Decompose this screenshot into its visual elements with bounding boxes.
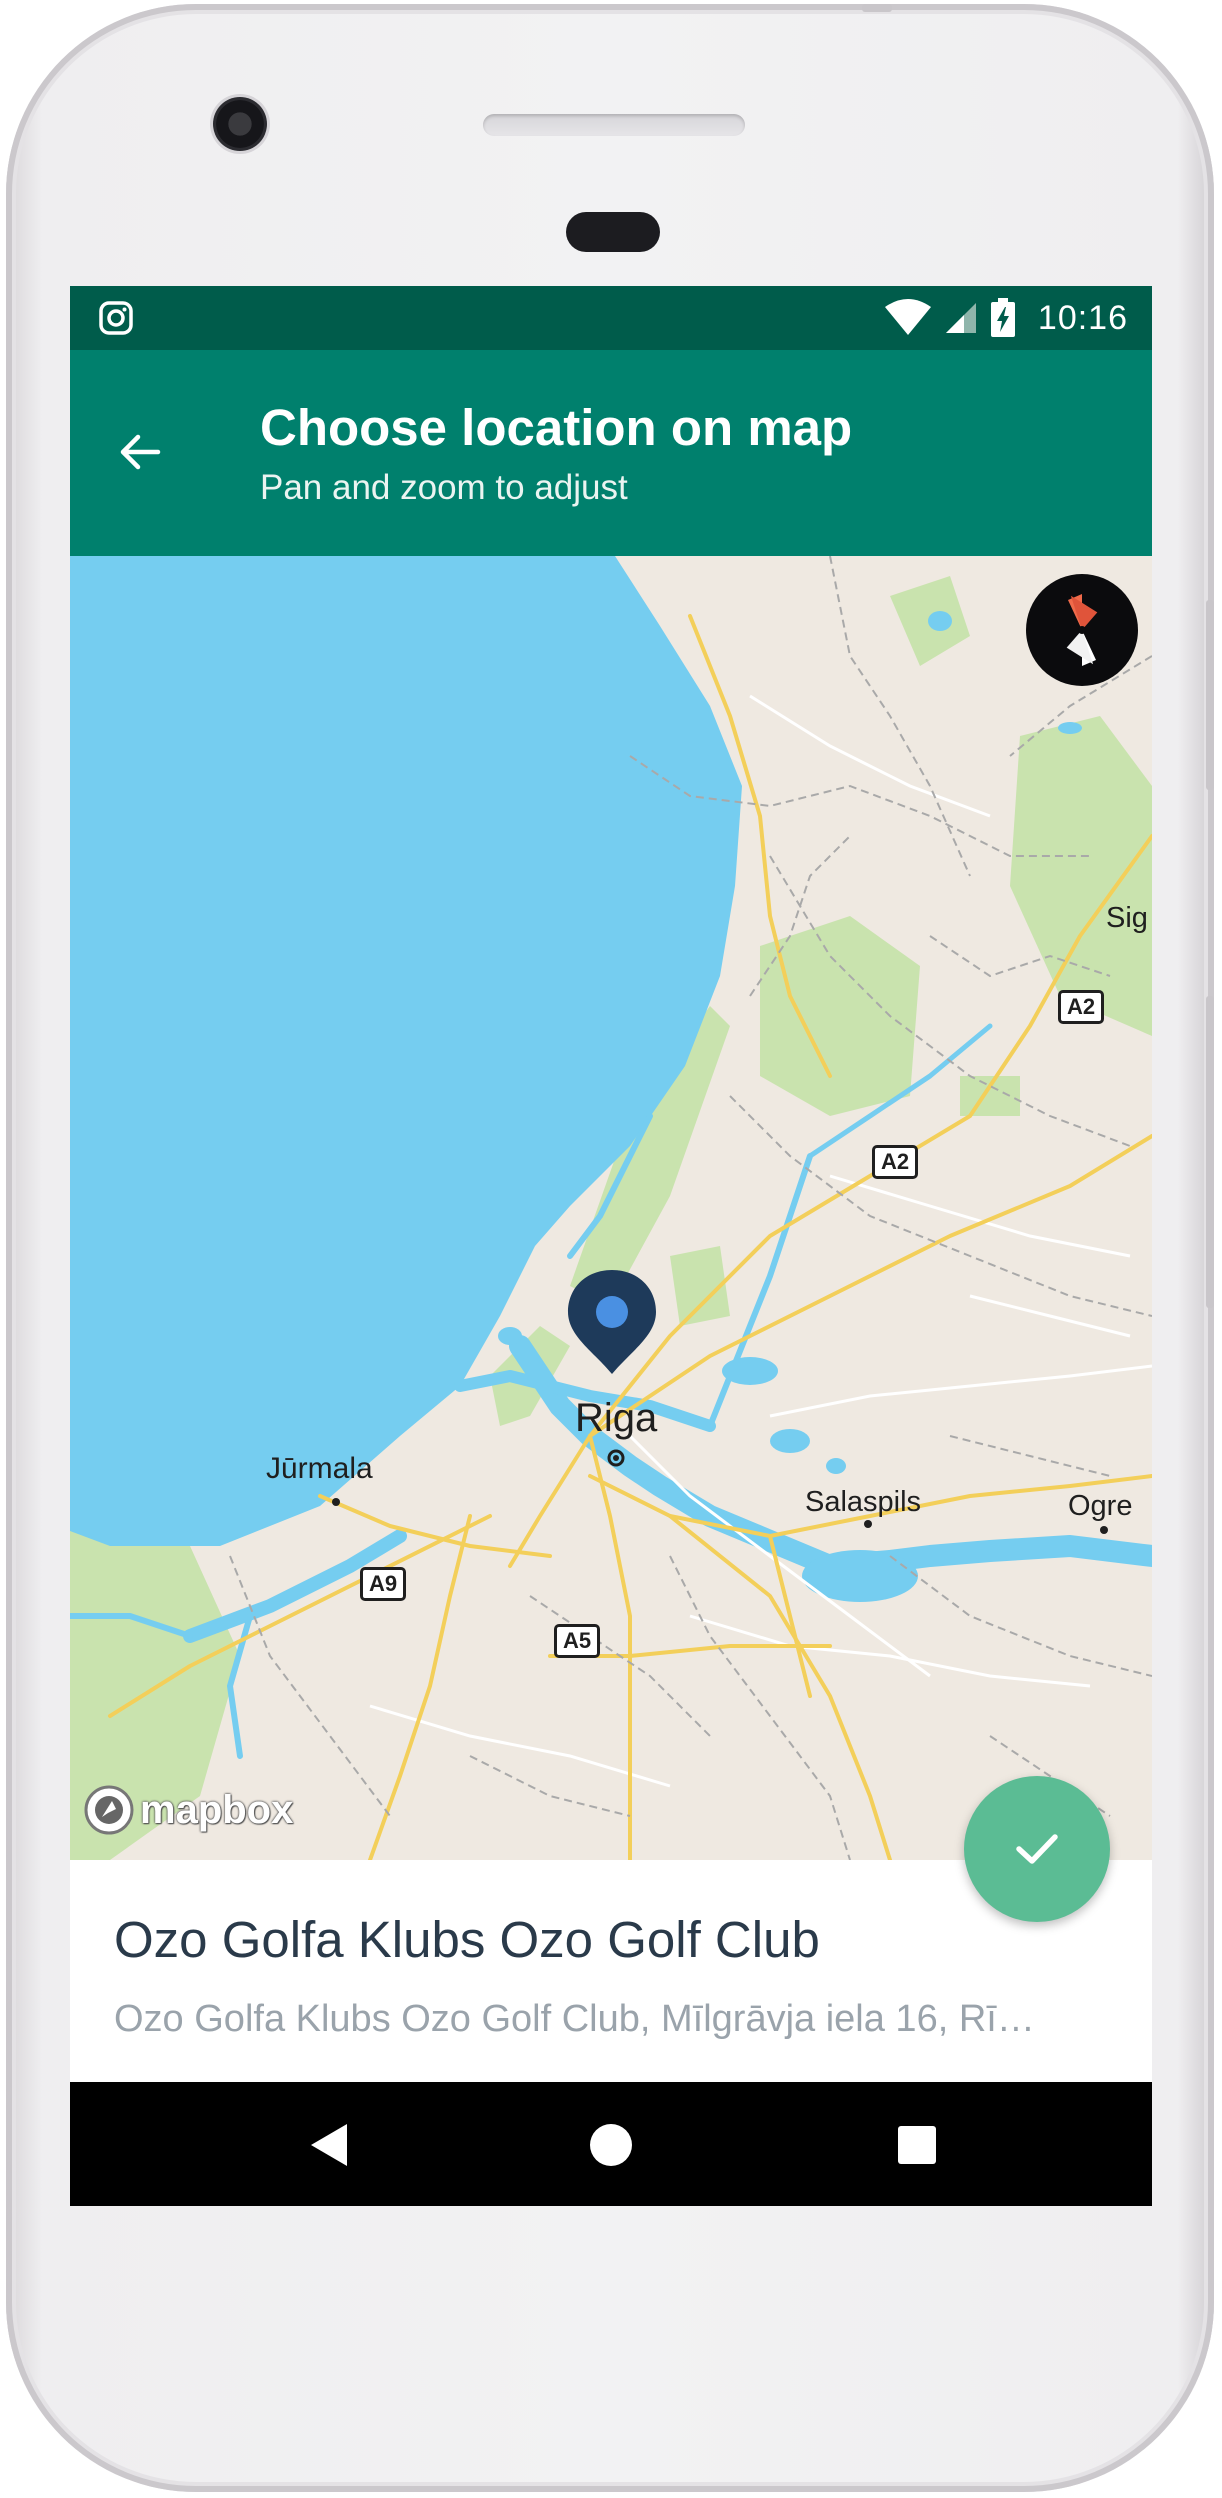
status-bar: 10:16 bbox=[70, 286, 1152, 350]
confirm-location-button[interactable] bbox=[964, 1776, 1110, 1922]
phone-power-button bbox=[1206, 600, 1214, 790]
location-pin-icon bbox=[568, 1270, 656, 1374]
compass-icon bbox=[1066, 594, 1098, 666]
status-time: 10:16 bbox=[1037, 298, 1128, 337]
location-address: Ozo Golfa Klubs Ozo Golf Club, Mīlgrāvja… bbox=[114, 1998, 1035, 2040]
compass-button[interactable] bbox=[1026, 574, 1138, 686]
nav-home-button[interactable] bbox=[586, 2120, 636, 2170]
mapbox-wordmark: mapbox bbox=[140, 1787, 294, 1832]
checkmark-icon bbox=[1016, 1834, 1058, 1864]
app-bar: Choose location on map Pan and zoom to a… bbox=[70, 350, 1152, 556]
city-label-salaspils: Salaspils bbox=[805, 1486, 922, 1518]
road-shield: A2 bbox=[1058, 990, 1105, 1024]
back-button[interactable] bbox=[110, 422, 170, 482]
phone-frame: 10:16 Choose location on map Pan and zoo… bbox=[6, 4, 1214, 2492]
phone-screen: 10:16 Choose location on map Pan and zoo… bbox=[70, 286, 1152, 2206]
phone-volume-button bbox=[1206, 996, 1214, 1308]
phone-top-button bbox=[862, 4, 892, 12]
road-shield: A5 bbox=[554, 1624, 601, 1658]
page-title: Choose location on map bbox=[260, 399, 853, 456]
road-shield: A2 bbox=[872, 1145, 919, 1179]
nav-home-icon bbox=[590, 2124, 632, 2166]
cell-signal-icon bbox=[945, 303, 976, 333]
nav-back-icon bbox=[311, 2124, 347, 2166]
page-subtitle: Pan and zoom to adjust bbox=[260, 468, 628, 507]
mapbox-attribution[interactable]: mapbox bbox=[82, 1782, 293, 1838]
city-label-riga: Riga bbox=[575, 1396, 658, 1440]
nav-back-button[interactable] bbox=[304, 2120, 354, 2170]
nav-recents-icon bbox=[898, 2126, 936, 2164]
nav-recents-button[interactable] bbox=[892, 2120, 942, 2170]
road-shield: A9 bbox=[360, 1567, 407, 1601]
instagram-icon bbox=[99, 301, 133, 335]
city-label-jurmala: Jūrmala bbox=[266, 1452, 373, 1485]
location-name: Ozo Golfa Klubs Ozo Golf Club bbox=[114, 1911, 820, 1968]
city-label-ogre: Ogre bbox=[1068, 1490, 1133, 1522]
front-camera bbox=[213, 97, 267, 151]
earpiece-speaker bbox=[483, 114, 745, 136]
city-label-sig: Sig bbox=[1106, 902, 1148, 934]
wifi-icon bbox=[884, 299, 931, 335]
map-view[interactable]: Riga Jūrmala Salaspils Ogre Sig A2 A2 A9… bbox=[70, 556, 1152, 1860]
mapbox-logo-icon bbox=[84, 1785, 134, 1835]
battery-charging-icon bbox=[990, 298, 1015, 337]
map-base bbox=[70, 556, 1152, 1860]
system-nav-bar bbox=[70, 2082, 1152, 2206]
proximity-sensor bbox=[566, 212, 660, 252]
arrow-back-icon bbox=[120, 434, 161, 470]
